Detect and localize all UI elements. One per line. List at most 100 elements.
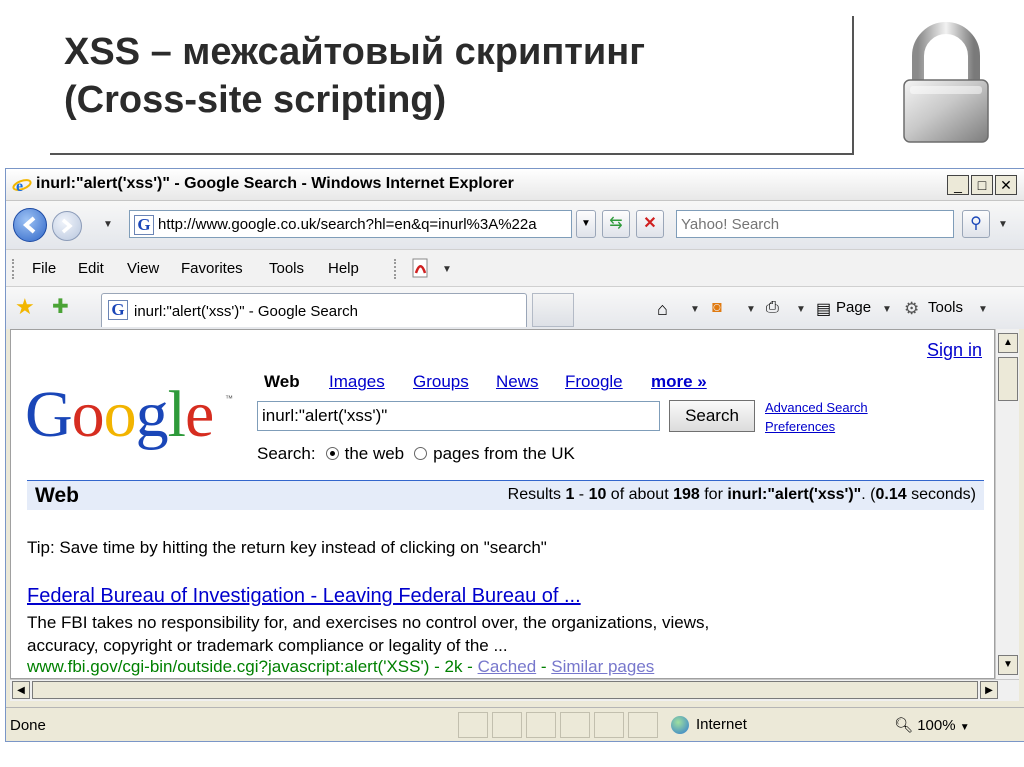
results-time-suffix: seconds) [906, 486, 976, 503]
sign-in-link[interactable]: Sign in [927, 340, 982, 361]
toolbar-grip [12, 259, 15, 279]
zoom-value: 100% [917, 717, 956, 734]
search-button[interactable]: ⚲ [962, 210, 990, 238]
stop-button[interactable]: ✕ [636, 210, 664, 238]
home-icon[interactable]: ⌂ [657, 299, 668, 320]
window-title: inurl:"alert('xss')" - Google Search - W… [36, 175, 514, 192]
results-time-prefix: . ( [861, 486, 876, 503]
zoom-magnifier-icon: 🔍︎ [894, 717, 914, 734]
scroll-left-button[interactable]: ◀ [12, 681, 30, 699]
advanced-search-link[interactable]: Advanced Search [765, 400, 868, 415]
result-size: - 2k - [429, 657, 478, 676]
nav-images[interactable]: Images [329, 372, 385, 392]
results-query: inurl:"alert('xss')" [727, 486, 862, 503]
menu-view[interactable]: View [127, 260, 159, 277]
address-bar[interactable]: G http://www.google.co.uk/search?hl=en&q… [129, 210, 572, 238]
search-input[interactable] [681, 216, 947, 233]
preferences-link[interactable]: Preferences [765, 419, 835, 434]
tab-google-search[interactable]: G inurl:"alert('xss')" - Google Search [101, 293, 527, 327]
results-range-end: 10 [588, 486, 607, 503]
slide-title-line1: XSS – межсайтовый скриптинг [64, 31, 646, 73]
pdf-dropdown-icon[interactable]: ▼ [442, 264, 452, 275]
zoom-level[interactable]: 🔍︎ 100% ▼ [894, 716, 970, 734]
similar-pages-link[interactable]: Similar pages [551, 657, 654, 676]
logo-letter-g: G [25, 378, 73, 451]
page-icon: ▤ [816, 301, 832, 318]
scope-label: Search: [257, 444, 316, 463]
nav-more[interactable]: more » [651, 372, 707, 392]
results-count: Results 1 - 10 of about 198 for inurl:"a… [508, 486, 976, 504]
padlock-icon [903, 22, 989, 143]
scroll-up-button[interactable]: ▲ [998, 333, 1018, 353]
history-dropdown-icon[interactable]: ▼ [103, 219, 113, 230]
tab-favicon-icon: G [108, 300, 128, 320]
status-cell-5 [594, 712, 624, 738]
search-box[interactable] [676, 210, 954, 238]
status-cell-2 [492, 712, 522, 738]
favorites-star-icon[interactable]: ★ [15, 296, 35, 318]
print-icon[interactable]: ⎙ [766, 299, 779, 317]
cached-link[interactable]: Cached [478, 657, 537, 676]
menu-favorites[interactable]: Favorites [181, 260, 243, 277]
menu-tools[interactable]: Tools [269, 260, 304, 277]
address-toolbar: ▼ G http://www.google.co.uk/search?hl=en… [6, 201, 1024, 249]
horizontal-scrollbar[interactable]: ◀ ▶ [10, 679, 1019, 701]
result-title-link[interactable]: Federal Bureau of Investigation - Leavin… [27, 585, 581, 608]
results-prefix: Results [507, 486, 566, 503]
title-divider-vertical [852, 16, 854, 155]
google-logo: Google [25, 378, 214, 451]
results-heading: Web [35, 484, 79, 507]
scope-uk-radio[interactable] [414, 447, 428, 460]
search-options-dropdown-icon[interactable]: ▼ [998, 219, 1008, 230]
result-snippet-line1: The FBI takes no responsibility for, and… [27, 613, 710, 632]
add-favorite-icon[interactable]: ✚ [52, 296, 69, 318]
google-search-button[interactable]: Search [669, 400, 755, 432]
maximize-button[interactable]: □ [971, 175, 993, 195]
feeds-icon[interactable]: ◙ [712, 299, 722, 317]
results-range-sep: - [574, 486, 589, 503]
page-dropdown-icon[interactable]: ▼ [882, 304, 892, 315]
menu-help[interactable]: Help [328, 260, 359, 277]
print-dropdown-icon[interactable]: ▼ [796, 304, 806, 315]
slide-title-line2: (Cross-site scripting) [64, 79, 447, 121]
feeds-dropdown-icon[interactable]: ▼ [746, 304, 756, 315]
browser-window: e inurl:"alert('xss')" - Google Search -… [5, 168, 1024, 742]
nav-web: Web [264, 372, 300, 391]
tools-menu[interactable]: Tools [928, 299, 963, 316]
results-about: of about [606, 486, 674, 503]
minimize-button[interactable]: _ [947, 175, 969, 195]
menu-edit[interactable]: Edit [78, 260, 104, 277]
page-menu[interactable]: Page [836, 299, 871, 316]
back-button[interactable] [13, 208, 47, 242]
magnifier-icon: ⚲ [970, 215, 982, 232]
nav-froogle[interactable]: Froogle [565, 372, 623, 392]
scroll-right-button[interactable]: ▶ [980, 681, 998, 699]
tools-dropdown-icon[interactable]: ▼ [978, 304, 988, 315]
forward-button[interactable] [52, 211, 82, 241]
results-total: 198 [673, 486, 700, 503]
home-dropdown-icon[interactable]: ▼ [690, 304, 700, 315]
result-sep: - [536, 657, 552, 676]
nav-news[interactable]: News [496, 372, 539, 392]
results-range-start: 1 [565, 486, 575, 503]
address-url[interactable]: http://www.google.co.uk/search?hl=en&q=i… [158, 216, 568, 233]
status-cell-6 [628, 712, 658, 738]
vertical-scroll-thumb[interactable] [998, 357, 1018, 401]
status-text: Done [10, 717, 46, 734]
google-query-input[interactable] [257, 401, 660, 431]
scope-web-radio[interactable] [325, 447, 339, 460]
horizontal-scroll-thumb[interactable] [32, 681, 978, 699]
address-dropdown-button[interactable]: ▼ [576, 210, 596, 238]
search-tip: Tip: Save time by hitting the return key… [27, 538, 547, 557]
nav-groups[interactable]: Groups [413, 372, 469, 392]
google-favicon-icon: G [134, 215, 154, 235]
window-controls: _ □ ✕ [947, 175, 1017, 195]
scroll-down-button[interactable]: ▼ [998, 655, 1018, 675]
result-url: www.fbi.gov/cgi-bin/outside.cgi?javascri… [27, 657, 430, 676]
vertical-scrollbar[interactable]: ▲ ▼ [995, 329, 1019, 679]
new-tab-button[interactable] [532, 293, 574, 327]
close-button[interactable]: ✕ [995, 175, 1017, 195]
refresh-button[interactable]: ⇆ [602, 210, 630, 238]
pdf-icon[interactable] [411, 258, 431, 280]
menu-file[interactable]: File [32, 260, 56, 277]
